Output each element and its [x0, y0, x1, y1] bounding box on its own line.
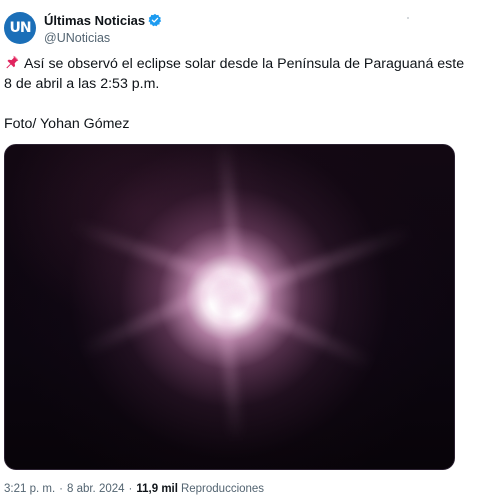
- tweet-meta: 3:21 p. m. · 8 abr. 2024 · 11,9 mil Repr…: [4, 483, 264, 495]
- meta-separator: ·: [128, 483, 133, 495]
- tweet-time[interactable]: 3:21 p. m.: [4, 483, 55, 495]
- pushpin-icon: [6, 55, 19, 69]
- author-names: Últimas Noticias @UNoticias: [44, 12, 162, 45]
- author-handle[interactable]: @UNoticias: [44, 31, 162, 45]
- views-label: Reproducciones: [180, 483, 265, 495]
- tweet-header: UN Últimas Noticias @UNoticias: [4, 10, 162, 46]
- tweet-card: UN Últimas Noticias @UNoticias Así se ob…: [0, 0, 497, 501]
- author-display-name[interactable]: Últimas Noticias: [44, 13, 145, 28]
- verified-badge-icon: [148, 13, 162, 27]
- views-count: 11,9 mil: [136, 483, 178, 495]
- avatar-initials: UN: [9, 20, 31, 36]
- display-name-row: Últimas Noticias: [44, 12, 162, 29]
- avatar[interactable]: UN: [4, 12, 36, 44]
- tweet-text-line: Así se observó el eclipse solar desde la…: [4, 54, 474, 94]
- photo-credit: Foto/ Yohan Gómez: [4, 116, 130, 132]
- more-dots-icon[interactable]: [407, 17, 413, 23]
- tweet-text: Así se observó el eclipse solar desde la…: [4, 54, 474, 134]
- tweet-date[interactable]: 8 abr. 2024: [67, 483, 125, 495]
- meta-separator: ·: [59, 483, 63, 495]
- tweet-body: Así se observó el eclipse solar desde la…: [4, 56, 465, 92]
- tweet-photo[interactable]: [4, 144, 455, 470]
